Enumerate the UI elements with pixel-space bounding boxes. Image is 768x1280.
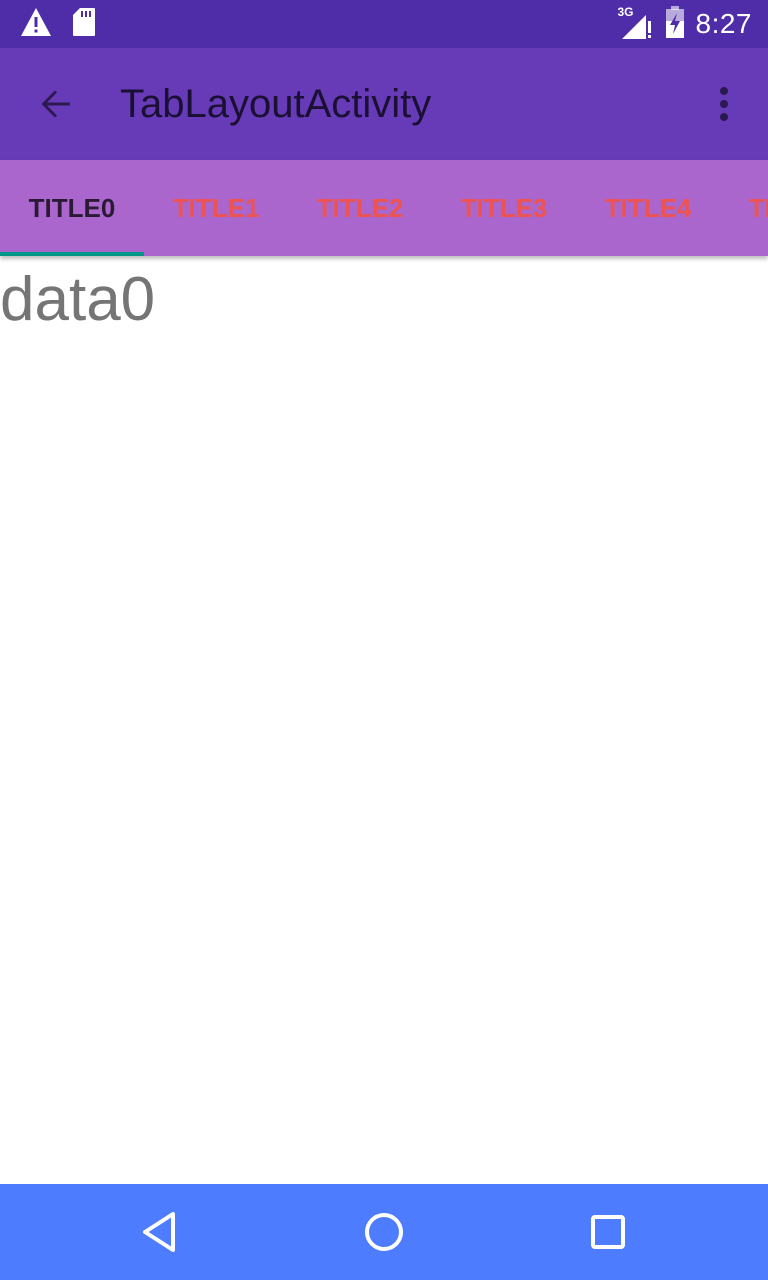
tab-title1[interactable]: TITLE1: [144, 160, 288, 256]
status-bar: 3G 8:27: [0, 0, 768, 48]
nav-home-button[interactable]: [356, 1204, 412, 1260]
recents-square-icon: [591, 1215, 625, 1249]
tab-title5[interactable]: TITLE5: [720, 160, 768, 256]
status-left: [20, 7, 96, 42]
nav-recents-button[interactable]: [580, 1204, 636, 1260]
status-right: 3G 8:27: [618, 5, 753, 44]
tab-title4[interactable]: TITLE4: [576, 160, 720, 256]
sd-card-icon: [72, 7, 96, 42]
home-circle-icon: [365, 1213, 403, 1251]
tab-bar: TITLE0 TITLE1 TITLE2 TITLE3 TITLE4 TITLE…: [0, 160, 768, 256]
tab-strip[interactable]: TITLE0 TITLE1 TITLE2 TITLE3 TITLE4 TITLE…: [0, 160, 768, 256]
back-triangle-icon: [143, 1212, 175, 1252]
more-vert-icon: [720, 87, 728, 121]
overflow-menu-button[interactable]: [700, 76, 748, 132]
back-button[interactable]: [28, 76, 84, 132]
tab-title2[interactable]: TITLE2: [288, 160, 432, 256]
app-bar: TabLayoutActivity: [0, 48, 768, 160]
app-title: TabLayoutActivity: [120, 82, 432, 126]
nav-back-button[interactable]: [132, 1204, 188, 1260]
content-text: data0: [0, 265, 156, 334]
nav-bar: [0, 1184, 768, 1280]
signal-icon: 3G: [618, 5, 654, 41]
status-time: 8:27: [695, 8, 752, 39]
battery-icon: [664, 5, 686, 44]
warning-icon: [20, 7, 52, 42]
arrow-back-icon: [41, 90, 70, 118]
tab-title0[interactable]: TITLE0: [0, 160, 144, 256]
tab-title3[interactable]: TITLE3: [432, 160, 576, 256]
tab-indicator: [0, 252, 144, 256]
